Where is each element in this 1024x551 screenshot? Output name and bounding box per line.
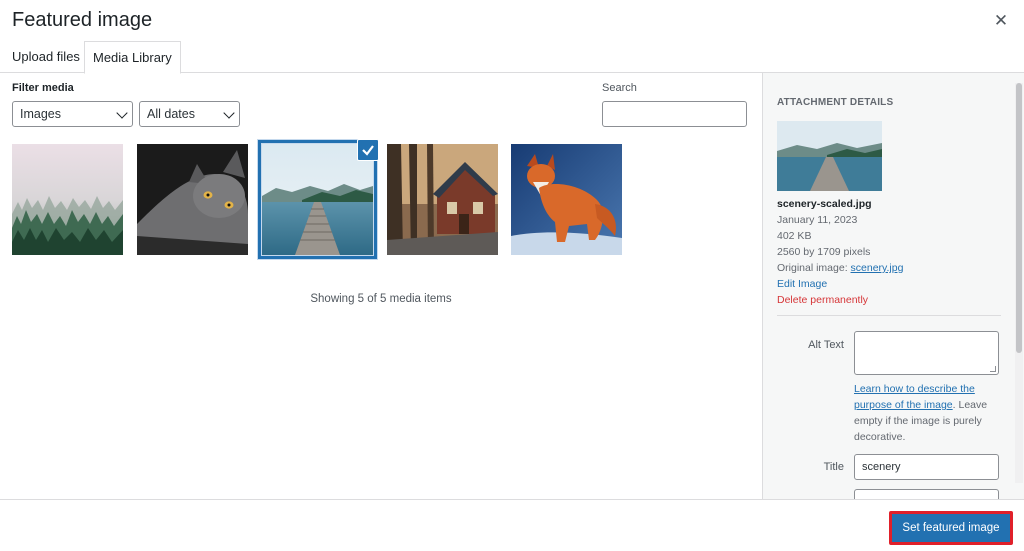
chevron-down-icon: [223, 107, 235, 119]
fox-image: [511, 144, 622, 255]
attachment-details-heading: ATTACHMENT DETAILS: [777, 97, 894, 108]
attachment-thumbnail: [777, 121, 882, 191]
modal-footer: Set featured image: [0, 499, 1024, 551]
delete-permanently-link[interactable]: Delete permanently: [777, 292, 903, 308]
attachment-size: 402 KB: [777, 230, 812, 242]
tab-upload-files[interactable]: Upload files: [4, 41, 88, 73]
selected-check-icon[interactable]: [357, 139, 379, 161]
media-tabs: Upload files Media Library: [0, 41, 1024, 74]
attachment-dimensions: 2560 by 1709 pixels: [777, 246, 871, 258]
media-item-fox[interactable]: [511, 144, 622, 255]
close-icon[interactable]: ✕: [990, 10, 1012, 32]
media-item-lake-pier[interactable]: [258, 140, 377, 259]
edit-image-link[interactable]: Edit Image: [777, 276, 903, 292]
media-item-cabin[interactable]: [387, 144, 498, 255]
set-featured-image-button[interactable]: Set featured image: [889, 511, 1013, 545]
media-browser: Filter media Images All dates Search Sho…: [0, 73, 762, 499]
attachment-filename: scenery-scaled.jpg: [777, 198, 872, 210]
modal-title: Featured image: [12, 9, 153, 31]
cabin-image: [387, 144, 498, 255]
media-date-value: All dates: [147, 107, 195, 121]
tab-media-library[interactable]: Media Library: [84, 41, 181, 74]
divider: [777, 315, 1001, 316]
media-type-select[interactable]: Images: [12, 101, 133, 127]
sidebar-scrollbar[interactable]: [1015, 83, 1023, 483]
original-image-link[interactable]: scenery.jpg: [851, 262, 904, 274]
alt-text-field[interactable]: [854, 331, 999, 375]
filter-media-label: Filter media: [12, 82, 74, 94]
caption-field[interactable]: [854, 489, 999, 499]
search-label: Search: [602, 82, 637, 94]
media-type-value: Images: [20, 107, 61, 121]
media-item-cat[interactable]: [137, 144, 248, 255]
title-label: Title: [823, 461, 844, 473]
attachment-info: scenery-scaled.jpg January 11, 2023 402 …: [777, 196, 903, 308]
attachment-original: Original image: scenery.jpg: [777, 262, 904, 274]
attachment-date: January 11, 2023: [777, 214, 858, 226]
media-count: Showing 5 of 5 media items: [310, 293, 452, 305]
misty-forest-image: [12, 144, 123, 255]
attachment-details-panel: ATTACHMENT DETAILS scenery-scaled.jpg Ja…: [762, 73, 1024, 499]
lake-pier-image: [262, 144, 373, 255]
search-input[interactable]: [602, 101, 747, 127]
alt-text-help: Learn how to describe the purpose of the…: [854, 383, 988, 443]
media-date-select[interactable]: All dates: [139, 101, 240, 127]
media-item-misty-forest[interactable]: [12, 144, 123, 255]
cat-image: [137, 144, 248, 255]
title-field[interactable]: scenery: [854, 454, 999, 480]
alt-text-label: Alt Text: [808, 339, 844, 351]
chevron-down-icon: [116, 107, 128, 119]
